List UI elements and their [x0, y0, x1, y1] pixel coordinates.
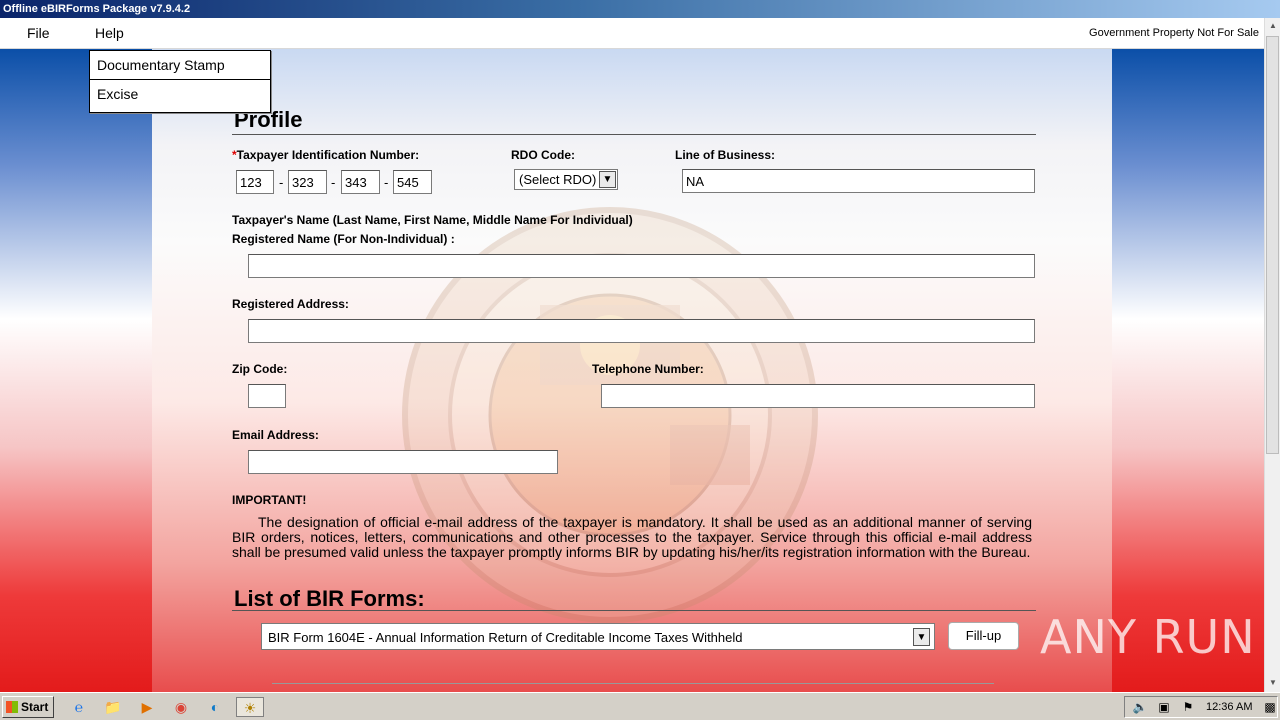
bir-form-selected-value: BIR Form 1604E - Annual Information Retu… [268, 630, 743, 645]
window-title: Offline eBIRForms Package v7.9.4.2 [3, 3, 191, 15]
zip-code-input[interactable] [248, 384, 286, 408]
email-input[interactable] [248, 450, 558, 474]
tin-part-3[interactable] [341, 170, 380, 194]
bir-form-select[interactable]: BIR Form 1604E - Annual Information Retu… [261, 623, 935, 650]
ebirforms-app-icon[interactable]: ☀ [236, 697, 264, 717]
taskbar: Start ℮ 📁 ▶ ◉ ◐ ☀ 🔈 ▣ ⚑ ▩ 12:36 AM [0, 692, 1280, 720]
telephone-input[interactable] [601, 384, 1035, 408]
window-title-bar: Offline eBIRForms Package v7.9.4.2 [0, 0, 1280, 18]
chevron-down-icon[interactable]: ▼ [599, 171, 616, 188]
network-icon[interactable]: ▣ [1153, 697, 1175, 717]
profile-divider [232, 134, 1036, 135]
media-player-icon[interactable]: ▶ [136, 697, 158, 717]
chrome-icon[interactable]: ◉ [170, 697, 192, 717]
show-desktop-icon[interactable]: ▩ [1259, 697, 1280, 717]
forms-heading: List of BIR Forms: [234, 586, 425, 611]
scrollbar-thumb[interactable] [1266, 36, 1279, 454]
important-title: IMPORTANT! [232, 493, 307, 507]
line-of-business-input[interactable] [682, 169, 1035, 193]
taxpayer-name-input[interactable] [248, 254, 1035, 278]
volume-icon[interactable]: 🔈 [1129, 697, 1151, 717]
government-notice: Government Property Not For Sale [1089, 27, 1259, 39]
registered-address-input[interactable] [248, 319, 1035, 343]
zip-code-label: Zip Code: [232, 362, 288, 376]
tin-label: *Taxpayer Identification Number: [232, 148, 420, 162]
start-button[interactable]: Start [2, 696, 54, 718]
tin-separator: - [384, 175, 389, 190]
tin-part-2[interactable] [288, 170, 327, 194]
telephone-label: Telephone Number: [592, 362, 704, 376]
scroll-up-icon[interactable]: ▲ [1265, 18, 1280, 34]
panel-border [272, 683, 994, 684]
taxpayer-name-label: Taxpayer's Name (Last Name, First Name, … [232, 213, 633, 227]
email-label: Email Address: [232, 428, 319, 442]
windows-logo-icon [6, 701, 18, 713]
vertical-scrollbar[interactable]: ▲ ▼ [1264, 18, 1280, 692]
tin-part-1[interactable] [236, 170, 274, 194]
forms-divider [232, 610, 1036, 611]
system-tray: 🔈 ▣ ⚑ ▩ [1124, 696, 1278, 718]
action-center-flag-icon[interactable]: ⚑ [1177, 697, 1199, 717]
menu-item-documentary-stamp[interactable]: Documentary Stamp [90, 51, 270, 80]
anyrun-watermark: ANY RUN [1040, 610, 1256, 664]
rdo-selected-value: (Select RDO) [519, 172, 597, 187]
taskbar-clock[interactable]: 12:36 AM [1206, 701, 1252, 713]
tin-separator: - [331, 175, 336, 190]
edge-icon[interactable]: ◐ [204, 697, 226, 717]
rdo-code-select[interactable]: (Select RDO) ▼ [514, 169, 618, 190]
line-of-business-label: Line of Business: [675, 148, 776, 162]
menu-file[interactable]: File [27, 25, 50, 41]
folder-icon[interactable]: 📁 [102, 697, 124, 717]
menu-help[interactable]: Help [95, 25, 124, 41]
rdo-label: RDO Code: [511, 148, 575, 162]
scroll-down-icon[interactable]: ▼ [1265, 675, 1280, 691]
important-notice-text: The designation of official e-mail addre… [232, 514, 1032, 560]
tin-part-4[interactable] [393, 170, 432, 194]
internet-explorer-icon[interactable]: ℮ [68, 697, 90, 717]
registered-name-label: Registered Name (For Non-Individual) : [232, 232, 455, 246]
tin-separator: - [279, 175, 284, 190]
menu-item-excise[interactable]: Excise [90, 80, 270, 111]
chevron-down-icon[interactable]: ▼ [913, 628, 930, 646]
fill-up-button[interactable]: Fill-up [948, 622, 1019, 650]
help-dropdown-menu: Documentary Stamp Excise [89, 50, 271, 113]
menu-bar: File Help Government Property Not For Sa… [0, 18, 1264, 49]
registered-address-label: Registered Address: [232, 297, 349, 311]
